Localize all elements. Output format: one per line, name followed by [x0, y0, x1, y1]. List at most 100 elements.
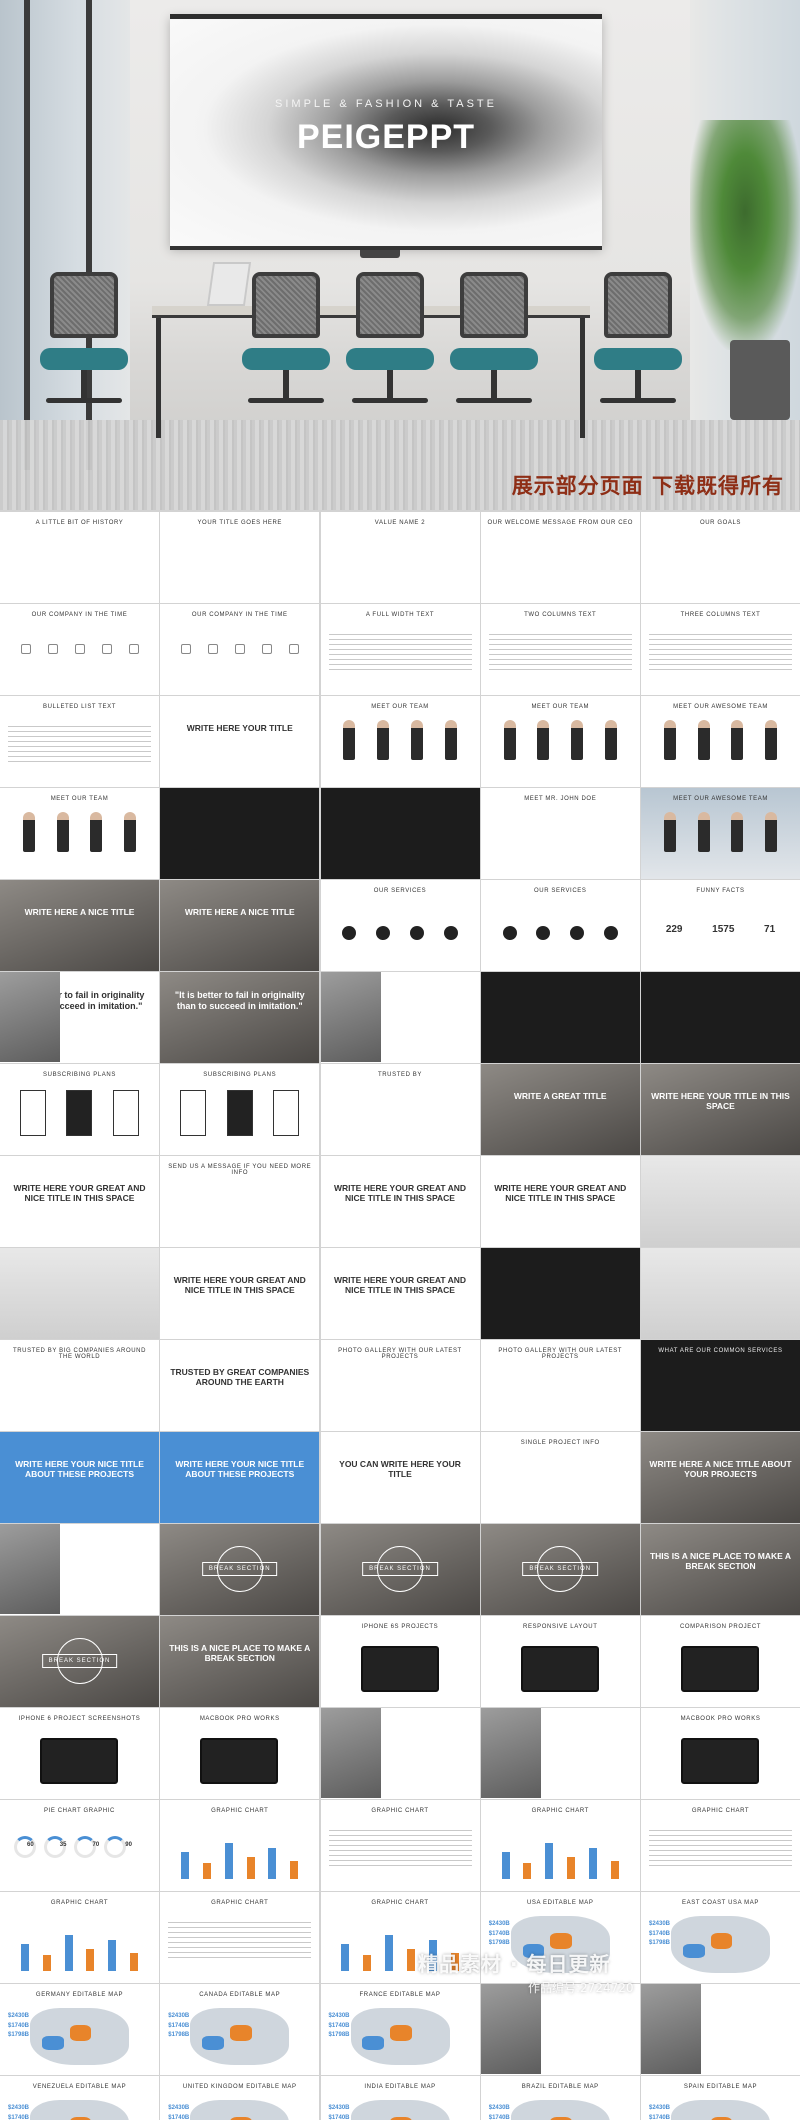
slide-thumbnail[interactable]: UNITED KINGDOM EDITABLE MAP$2430B$1740B$…: [160, 2076, 320, 2120]
slide-thumbnail[interactable]: IPHONE 6 PROJECT SCREENSHOTS: [0, 1708, 159, 1799]
slide-thumbnail[interactable]: OUR COMPANY IN THE TIME: [0, 604, 159, 695]
slide-thumbnail[interactable]: THREE COLUMNS TEXT: [641, 604, 800, 695]
slide-thumbnail[interactable]: YOU CAN WRITE HERE YOUR TITLE: [320, 1432, 480, 1523]
text-lines: [328, 634, 472, 674]
slide-thumbnail[interactable]: SINGLE PROJECT INFO: [480, 1432, 640, 1523]
slide-thumbnail[interactable]: OUR GOALS: [641, 512, 800, 603]
slide-thumbnail[interactable]: GRAPHIC CHART: [0, 1892, 159, 1983]
slide-thumbnail[interactable]: [641, 1984, 800, 2075]
slide-thumbnail[interactable]: MEET OUR AWESOME TEAM: [641, 788, 800, 879]
slide-thumbnail[interactable]: WRITE HERE YOUR NICE TITLE ABOUT THESE P…: [160, 1432, 320, 1523]
map-stat-value: $2430B: [488, 1921, 510, 1927]
slide-thumbnail[interactable]: MACBOOK PRO WORKS: [641, 1708, 800, 1799]
slide-thumbnail[interactable]: MEET OUR TEAM: [480, 696, 640, 787]
slide-thumbnail[interactable]: TRUSTED BY BIG COMPANIES AROUND THE WORL…: [0, 1340, 159, 1431]
slide-thumbnail[interactable]: SUBSCRIBING PLANS: [0, 1064, 159, 1155]
break-circle: [56, 1638, 103, 1685]
slide-title: MEET OUR TEAM: [371, 704, 429, 710]
slide-thumbnail[interactable]: BREAK SECTION: [0, 1616, 159, 1707]
slide-thumbnail[interactable]: MACBOOK PRO WORKS: [160, 1708, 320, 1799]
slide-thumbnail[interactable]: FUNNY FACTS 229 1575 71: [641, 880, 800, 971]
slide-thumbnail[interactable]: [641, 972, 800, 1063]
slide-thumbnail[interactable]: GRAPHIC CHART: [160, 1800, 320, 1891]
slide-thumbnail[interactable]: MEET OUR TEAM: [320, 696, 480, 787]
slide-thumbnail[interactable]: WRITE HERE YOUR GREAT AND NICE TITLE IN …: [480, 1156, 640, 1247]
slide-thumbnail[interactable]: TWO COLUMNS TEXT: [480, 604, 640, 695]
slide-thumbnail[interactable]: VALUE NAME 2: [320, 512, 480, 603]
watermark-main: 精品素材 · 每日更新: [418, 1952, 611, 1976]
slide-thumbnail[interactable]: GRAPHIC CHART: [320, 1800, 480, 1891]
slide-thumbnail[interactable]: GRAPHIC CHART: [480, 1800, 640, 1891]
slide-thumbnail[interactable]: [641, 1248, 800, 1339]
slide-thumbnail[interactable]: YOUR TITLE GOES HERE: [160, 512, 320, 603]
slide-thumbnail[interactable]: BREAK SECTION: [480, 1524, 640, 1615]
slide-thumbnail[interactable]: [320, 972, 480, 1063]
slide-thumbnail[interactable]: [0, 1524, 159, 1615]
map-stat-value: $1798B: [649, 1940, 671, 1947]
slide-thumbnail[interactable]: "It is better to fail in originality tha…: [0, 972, 159, 1063]
slide-thumbnail[interactable]: WRITE HERE YOUR GREAT AND NICE TITLE IN …: [320, 1248, 480, 1339]
slide-thumbnail[interactable]: WRITE HERE YOUR GREAT AND NICE TITLE IN …: [0, 1156, 159, 1247]
slide-thumbnail[interactable]: WRITE HERE YOUR TITLE IN THIS SPACE: [641, 1064, 800, 1155]
slide-thumbnail[interactable]: TRUSTED BY GREAT COMPANIES AROUND THE EA…: [160, 1340, 320, 1431]
slide-thumbnail[interactable]: [320, 788, 480, 879]
slide-thumbnail[interactable]: WRITE HERE A NICE TITLE ABOUT YOUR PROJE…: [641, 1432, 800, 1523]
slide-thumbnail[interactable]: THIS IS A NICE PLACE TO MAKE A BREAK SEC…: [160, 1616, 320, 1707]
window-mullion: [24, 0, 30, 470]
slide-thumbnail[interactable]: THIS IS A NICE PLACE TO MAKE A BREAK SEC…: [641, 1524, 800, 1615]
slide-thumbnail[interactable]: BREAK SECTION: [160, 1524, 320, 1615]
slide-thumbnail[interactable]: OUR COMPANY IN THE TIME: [160, 604, 320, 695]
slide-thumbnail[interactable]: MEET OUR TEAM: [0, 788, 159, 879]
slide-thumbnail[interactable]: OUR SERVICES: [320, 880, 480, 971]
slide-thumbnail[interactable]: SUBSCRIBING PLANS: [160, 1064, 320, 1155]
slide-thumbnail[interactable]: MEET MR. JOHN DOE: [480, 788, 640, 879]
team-photos: [493, 720, 628, 760]
slide-thumbnail[interactable]: CANADA EDITABLE MAP $2430B $1740B $1798B: [160, 1984, 320, 2075]
slide-thumbnail[interactable]: [480, 1984, 640, 2075]
slide-thumbnail[interactable]: OUR WELCOME MESSAGE FROM OUR CEO: [480, 512, 640, 603]
slide-thumbnail[interactable]: FRANCE EDITABLE MAP $2430B $1740B $1798B: [320, 1984, 480, 2075]
slide-thumbnail[interactable]: EAST COAST USA MAP $2430B $1740B $1798B: [641, 1892, 800, 1983]
slide-thumbnail[interactable]: [480, 972, 640, 1063]
slide-thumbnail[interactable]: WRITE HERE YOUR TITLE: [160, 696, 320, 787]
slide-thumbnail[interactable]: SPAIN EDITABLE MAP$2430B$1740B$1798B: [641, 2076, 800, 2120]
slide-thumbnail[interactable]: WRITE A GREAT TITLE: [480, 1064, 640, 1155]
slide-thumbnail[interactable]: SEND US A MESSAGE IF YOU NEED MORE INFO: [160, 1156, 320, 1247]
slide-thumbnail[interactable]: IPHONE 6S PROJECTS: [320, 1616, 480, 1707]
slide-thumbnail[interactable]: RESPONSIVE LAYOUT: [480, 1616, 640, 1707]
slide-thumbnail[interactable]: GERMANY EDITABLE MAP $2430B $1740B $1798B: [0, 1984, 159, 2075]
slide-thumbnail[interactable]: [0, 1248, 159, 1339]
slide-thumbnail[interactable]: [641, 1156, 800, 1247]
slide-thumbnail[interactable]: "It is better to fail in originality tha…: [160, 972, 320, 1063]
slide-thumbnail[interactable]: BRAZIL EDITABLE MAP$2430B$1740B$1798B: [480, 2076, 640, 2120]
slide-thumbnail[interactable]: INDIA EDITABLE MAP$2430B$1740B$1798B: [320, 2076, 480, 2120]
slide-thumbnail[interactable]: A FULL WIDTH TEXT: [320, 604, 480, 695]
slide-image: [0, 972, 60, 1062]
slide-thumbnail[interactable]: [160, 788, 320, 879]
slide-thumbnail[interactable]: COMPARISON PROJECT: [641, 1616, 800, 1707]
slide-thumbnail[interactable]: WRITE HERE YOUR GREAT AND NICE TITLE IN …: [320, 1156, 480, 1247]
slide-title: VENEZUELA EDITABLE MAP: [32, 2084, 127, 2090]
slide-thumbnail[interactable]: BULLETED LIST TEXT: [0, 696, 159, 787]
slide-thumbnail[interactable]: VENEZUELA EDITABLE MAP$2430B$1740B$1798B: [0, 2076, 159, 2120]
slide-thumbnail[interactable]: GRAPHIC CHART: [160, 1892, 320, 1983]
slide-thumbnail[interactable]: WHAT ARE OUR COMMON SERVICES: [641, 1340, 800, 1431]
slide-thumbnail[interactable]: WRITE HERE YOUR NICE TITLE ABOUT THESE P…: [0, 1432, 159, 1523]
slide-thumbnail[interactable]: GRAPHIC CHART: [641, 1800, 800, 1891]
slide-thumbnail[interactable]: TRUSTED BY: [320, 1064, 480, 1155]
slide-thumbnail[interactable]: [480, 1708, 640, 1799]
slide-thumbnail[interactable]: PHOTO GALLERY WITH OUR LATEST PROJECTS: [480, 1340, 640, 1431]
slide-title: OUR GOALS: [699, 520, 742, 526]
slide-thumbnail[interactable]: OUR SERVICES: [480, 880, 640, 971]
slide-thumbnail[interactable]: WRITE HERE A NICE TITLE: [0, 880, 159, 971]
slide-thumbnail[interactable]: WRITE HERE YOUR GREAT AND NICE TITLE IN …: [160, 1248, 320, 1339]
slide-thumbnail[interactable]: BREAK SECTION: [320, 1524, 480, 1615]
slide-thumbnail[interactable]: PHOTO GALLERY WITH OUR LATEST PROJECTS: [320, 1340, 480, 1431]
slide-thumbnail[interactable]: WRITE HERE A NICE TITLE: [160, 880, 320, 971]
slide-thumbnail[interactable]: [320, 1708, 480, 1799]
slide-thumbnail[interactable]: [480, 1248, 640, 1339]
slide-thumbnail[interactable]: MEET OUR AWESOME TEAM: [641, 696, 800, 787]
slide-thumbnail[interactable]: PIE CHART GRAPHIC 60 35 70 90: [0, 1800, 159, 1891]
slide-thumbnail[interactable]: A LITTLE BIT OF HISTORY: [0, 512, 159, 603]
map-stats: $2430B$1740B$1798B: [489, 2104, 510, 2120]
